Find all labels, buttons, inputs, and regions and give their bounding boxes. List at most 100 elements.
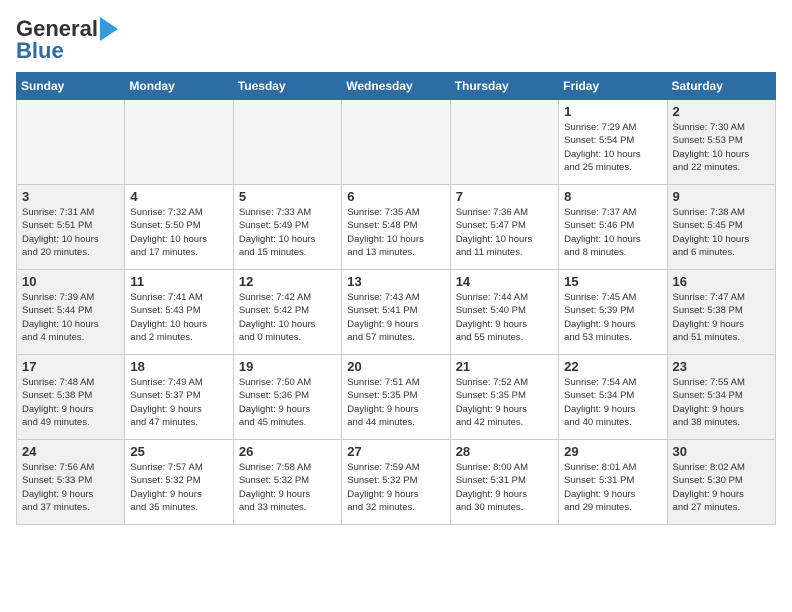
calendar-day — [17, 100, 125, 185]
page-header: General Blue — [16, 16, 776, 64]
day-info: Sunrise: 7:31 AM Sunset: 5:51 PM Dayligh… — [22, 206, 119, 259]
weekday-header-wednesday: Wednesday — [342, 73, 450, 100]
calendar-day — [125, 100, 233, 185]
day-info: Sunrise: 7:32 AM Sunset: 5:50 PM Dayligh… — [130, 206, 227, 259]
calendar-week-2: 3 Sunrise: 7:31 AM Sunset: 5:51 PM Daylig… — [17, 185, 776, 270]
calendar-day: 17 Sunrise: 7:48 AM Sunset: 5:38 PM Dayli… — [17, 355, 125, 440]
day-info: Sunrise: 7:50 AM Sunset: 5:36 PM Dayligh… — [239, 376, 336, 429]
day-info: Sunrise: 8:01 AM Sunset: 5:31 PM Dayligh… — [564, 461, 661, 514]
logo-text-blue: Blue — [16, 38, 64, 64]
day-number: 20 — [347, 359, 444, 374]
calendar-week-4: 17 Sunrise: 7:48 AM Sunset: 5:38 PM Dayli… — [17, 355, 776, 440]
calendar-day: 20 Sunrise: 7:51 AM Sunset: 5:35 PM Dayli… — [342, 355, 450, 440]
day-number: 2 — [673, 104, 770, 119]
calendar-day: 22 Sunrise: 7:54 AM Sunset: 5:34 PM Dayli… — [559, 355, 667, 440]
calendar-day: 4 Sunrise: 7:32 AM Sunset: 5:50 PM Daylig… — [125, 185, 233, 270]
day-number: 25 — [130, 444, 227, 459]
day-number: 22 — [564, 359, 661, 374]
day-info: Sunrise: 7:47 AM Sunset: 5:38 PM Dayligh… — [673, 291, 770, 344]
calendar-day: 25 Sunrise: 7:57 AM Sunset: 5:32 PM Dayli… — [125, 440, 233, 525]
calendar-day: 15 Sunrise: 7:45 AM Sunset: 5:39 PM Dayli… — [559, 270, 667, 355]
day-number: 11 — [130, 274, 227, 289]
calendar-day: 14Sunrise: 7:44 AM Sunset: 5:40 PM Dayli… — [450, 270, 558, 355]
day-number: 1 — [564, 104, 661, 119]
day-info: Sunrise: 7:30 AM Sunset: 5:53 PM Dayligh… — [673, 121, 770, 174]
day-info: Sunrise: 7:44 AM Sunset: 5:40 PM Dayligh… — [456, 291, 553, 344]
weekday-header-row: SundayMondayTuesdayWednesdayThursdayFrid… — [17, 73, 776, 100]
calendar-day: 28 Sunrise: 8:00 AM Sunset: 5:31 PM Dayli… — [450, 440, 558, 525]
weekday-header-thursday: Thursday — [450, 73, 558, 100]
day-number: 13 — [347, 274, 444, 289]
day-number: 7 — [456, 189, 553, 204]
day-number: 29 — [564, 444, 661, 459]
day-info: Sunrise: 7:41 AM Sunset: 5:43 PM Dayligh… — [130, 291, 227, 344]
calendar-day: 26 Sunrise: 7:58 AM Sunset: 5:32 PM Dayli… — [233, 440, 341, 525]
day-number: 8 — [564, 189, 661, 204]
day-number: 10 — [22, 274, 119, 289]
day-number: 18 — [130, 359, 227, 374]
day-number: 12 — [239, 274, 336, 289]
calendar-day: 29 Sunrise: 8:01 AM Sunset: 5:31 PM Dayli… — [559, 440, 667, 525]
calendar-day: 3 Sunrise: 7:31 AM Sunset: 5:51 PM Daylig… — [17, 185, 125, 270]
day-number: 9 — [673, 189, 770, 204]
calendar-day: 27 Sunrise: 7:59 AM Sunset: 5:32 PM Dayli… — [342, 440, 450, 525]
day-info: Sunrise: 7:51 AM Sunset: 5:35 PM Dayligh… — [347, 376, 444, 429]
day-number: 26 — [239, 444, 336, 459]
day-number: 4 — [130, 189, 227, 204]
day-number: 24 — [22, 444, 119, 459]
day-info: Sunrise: 7:49 AM Sunset: 5:37 PM Dayligh… — [130, 376, 227, 429]
calendar-day: 7 Sunrise: 7:36 AM Sunset: 5:47 PM Daylig… — [450, 185, 558, 270]
day-info: Sunrise: 7:38 AM Sunset: 5:45 PM Dayligh… — [673, 206, 770, 259]
weekday-header-friday: Friday — [559, 73, 667, 100]
day-info: Sunrise: 8:02 AM Sunset: 5:30 PM Dayligh… — [673, 461, 770, 514]
day-number: 5 — [239, 189, 336, 204]
calendar-day: 24 Sunrise: 7:56 AM Sunset: 5:33 PM Dayli… — [17, 440, 125, 525]
calendar-week-5: 24 Sunrise: 7:56 AM Sunset: 5:33 PM Dayli… — [17, 440, 776, 525]
calendar-day: 9 Sunrise: 7:38 AM Sunset: 5:45 PM Daylig… — [667, 185, 775, 270]
calendar-day: 13 Sunrise: 7:43 AM Sunset: 5:41 PM Dayli… — [342, 270, 450, 355]
logo: General Blue — [16, 16, 118, 64]
day-number: 28 — [456, 444, 553, 459]
calendar-day: 19 Sunrise: 7:50 AM Sunset: 5:36 PM Dayli… — [233, 355, 341, 440]
day-info: Sunrise: 7:52 AM Sunset: 5:35 PM Dayligh… — [456, 376, 553, 429]
calendar-table: SundayMondayTuesdayWednesdayThursdayFrid… — [16, 72, 776, 525]
day-info: Sunrise: 8:00 AM Sunset: 5:31 PM Dayligh… — [456, 461, 553, 514]
day-info: Sunrise: 7:54 AM Sunset: 5:34 PM Dayligh… — [564, 376, 661, 429]
day-number: 17 — [22, 359, 119, 374]
calendar-day: 30 Sunrise: 8:02 AM Sunset: 5:30 PM Dayli… — [667, 440, 775, 525]
day-info: Sunrise: 7:48 AM Sunset: 5:38 PM Dayligh… — [22, 376, 119, 429]
day-info: Sunrise: 7:43 AM Sunset: 5:41 PM Dayligh… — [347, 291, 444, 344]
weekday-header-tuesday: Tuesday — [233, 73, 341, 100]
day-info: Sunrise: 7:36 AM Sunset: 5:47 PM Dayligh… — [456, 206, 553, 259]
calendar-day: 8Sunrise: 7:37 AM Sunset: 5:46 PM Daylig… — [559, 185, 667, 270]
day-info: Sunrise: 7:56 AM Sunset: 5:33 PM Dayligh… — [22, 461, 119, 514]
calendar-day: 18 Sunrise: 7:49 AM Sunset: 5:37 PM Dayli… — [125, 355, 233, 440]
day-number: 15 — [564, 274, 661, 289]
day-info: Sunrise: 7:42 AM Sunset: 5:42 PM Dayligh… — [239, 291, 336, 344]
day-info: Sunrise: 7:45 AM Sunset: 5:39 PM Dayligh… — [564, 291, 661, 344]
day-number: 6 — [347, 189, 444, 204]
day-number: 19 — [239, 359, 336, 374]
calendar-day: 5Sunrise: 7:33 AM Sunset: 5:49 PM Daylig… — [233, 185, 341, 270]
calendar-day — [450, 100, 558, 185]
calendar-week-1: 1Sunrise: 7:29 AM Sunset: 5:54 PM Daylig… — [17, 100, 776, 185]
day-number: 16 — [673, 274, 770, 289]
calendar-day: 1Sunrise: 7:29 AM Sunset: 5:54 PM Daylig… — [559, 100, 667, 185]
day-number: 3 — [22, 189, 119, 204]
calendar-day: 21Sunrise: 7:52 AM Sunset: 5:35 PM Dayli… — [450, 355, 558, 440]
weekday-header-saturday: Saturday — [667, 73, 775, 100]
calendar-day: 6 Sunrise: 7:35 AM Sunset: 5:48 PM Daylig… — [342, 185, 450, 270]
day-info: Sunrise: 7:55 AM Sunset: 5:34 PM Dayligh… — [673, 376, 770, 429]
day-info: Sunrise: 7:35 AM Sunset: 5:48 PM Dayligh… — [347, 206, 444, 259]
day-info: Sunrise: 7:58 AM Sunset: 5:32 PM Dayligh… — [239, 461, 336, 514]
day-number: 30 — [673, 444, 770, 459]
day-number: 27 — [347, 444, 444, 459]
calendar-day — [233, 100, 341, 185]
calendar-day: 2 Sunrise: 7:30 AM Sunset: 5:53 PM Daylig… — [667, 100, 775, 185]
calendar-day — [342, 100, 450, 185]
day-info: Sunrise: 7:59 AM Sunset: 5:32 PM Dayligh… — [347, 461, 444, 514]
calendar-day: 10Sunrise: 7:39 AM Sunset: 5:44 PM Dayli… — [17, 270, 125, 355]
calendar-day: 12 Sunrise: 7:42 AM Sunset: 5:42 PM Dayli… — [233, 270, 341, 355]
day-info: Sunrise: 7:57 AM Sunset: 5:32 PM Dayligh… — [130, 461, 227, 514]
weekday-header-monday: Monday — [125, 73, 233, 100]
